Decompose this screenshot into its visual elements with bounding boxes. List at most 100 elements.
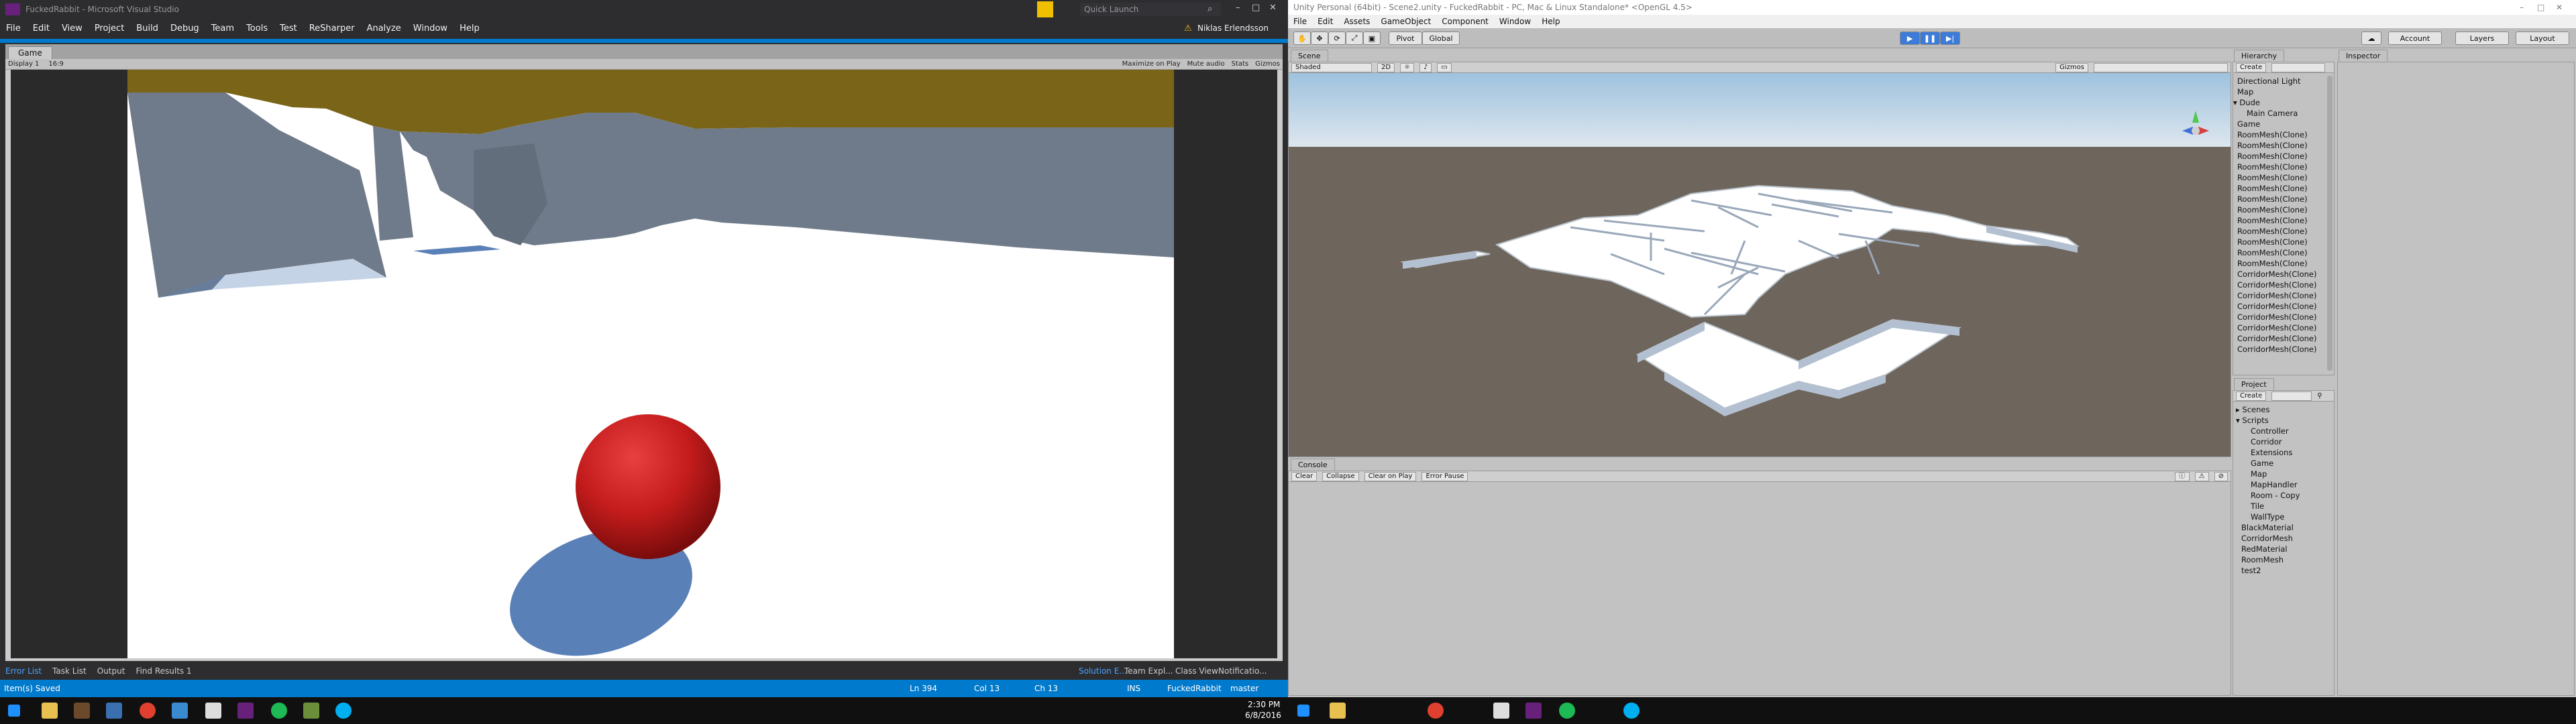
- taskbar-explorer-icon[interactable]: [42, 703, 58, 719]
- tab-output[interactable]: Output: [92, 666, 131, 676]
- project-folder[interactable]: ▾ Scripts: [2236, 415, 2300, 426]
- vs-quick-launch-input[interactable]: Quick Launch: [1080, 3, 1221, 16]
- taskbar-visual-studio-icon[interactable]: [1525, 703, 1542, 719]
- tab-error-list[interactable]: Error List: [0, 666, 47, 676]
- gizmos-dropdown[interactable]: Gizmos: [1255, 60, 1280, 68]
- pivot-toggle[interactable]: Pivot: [1389, 32, 1422, 45]
- maximize-on-play-toggle[interactable]: Maximize on Play: [1122, 60, 1181, 68]
- step-button[interactable]: ▶|: [1940, 32, 1960, 45]
- maximize-button[interactable]: □: [1252, 3, 1260, 13]
- project-asset[interactable]: test2: [2241, 565, 2300, 576]
- hierarchy-item[interactable]: Game: [2237, 119, 2316, 129]
- shading-mode-dropdown[interactable]: Shaded: [1291, 62, 1372, 72]
- hand-tool-icon[interactable]: ✋: [1293, 32, 1311, 45]
- hierarchy-item[interactable]: Main Camera: [2247, 108, 2316, 119]
- status-branch[interactable]: master: [1230, 684, 1258, 693]
- hierarchy-item[interactable]: RoomMesh(Clone): [2237, 247, 2316, 258]
- menu-edit[interactable]: Edit: [1312, 17, 1338, 26]
- layers-dropdown[interactable]: Layers: [2455, 32, 2509, 45]
- project-asset[interactable]: BlackMaterial: [2241, 522, 2300, 533]
- hierarchy-item[interactable]: RoomMesh(Clone): [2237, 258, 2316, 269]
- audio-toggle-icon[interactable]: ♪: [1419, 62, 1432, 72]
- effects-dropdown-icon[interactable]: ▭: [1437, 62, 1452, 72]
- menu-edit[interactable]: Edit: [27, 23, 56, 34]
- status-project[interactable]: FuckedRabbit: [1167, 684, 1222, 693]
- menu-test[interactable]: Test: [274, 23, 303, 34]
- project-search-input[interactable]: [2271, 391, 2312, 401]
- hierarchy-item[interactable]: RoomMesh(Clone): [2237, 172, 2316, 183]
- filter-icon[interactable]: ⚲: [2317, 392, 2322, 400]
- taskbar-visual-studio-icon[interactable]: [237, 703, 254, 719]
- hierarchy-item[interactable]: CorridorMesh(Clone): [2237, 269, 2316, 280]
- taskbar-spotify-icon[interactable]: [1559, 703, 1575, 719]
- taskbar-explorer-icon[interactable]: [1330, 703, 1346, 719]
- project-asset[interactable]: RedMaterial: [2241, 544, 2300, 554]
- taskbar-skype-icon[interactable]: [1623, 703, 1640, 719]
- tab-notifications[interactable]: Notificatio...: [1213, 666, 1272, 676]
- clock-date[interactable]: 6/8/2016: [1245, 711, 1281, 720]
- scene-search-input[interactable]: [2094, 62, 2228, 72]
- scene-viewport[interactable]: [1289, 73, 2231, 457]
- menu-view[interactable]: View: [56, 23, 89, 34]
- taskbar-skype-icon[interactable]: [335, 703, 352, 719]
- hierarchy-item[interactable]: CorridorMesh(Clone): [2237, 322, 2316, 333]
- console-clear-on-play-toggle[interactable]: Clear on Play: [1364, 471, 1417, 481]
- hierarchy-item[interactable]: Map: [2237, 86, 2316, 97]
- menu-debug[interactable]: Debug: [164, 23, 205, 34]
- project-script[interactable]: WallType: [2251, 511, 2300, 522]
- scale-tool-icon[interactable]: ⤢: [1346, 32, 1363, 45]
- project-asset[interactable]: CorridorMesh: [2241, 533, 2300, 544]
- hierarchy-item[interactable]: RoomMesh(Clone): [2237, 129, 2316, 140]
- hierarchy-item[interactable]: ▾ Dude: [2233, 97, 2316, 108]
- play-button[interactable]: ▶: [1900, 32, 1920, 45]
- hierarchy-item[interactable]: CorridorMesh(Clone): [2237, 333, 2316, 344]
- console-clear-button[interactable]: Clear: [1291, 471, 1318, 481]
- tab-find-results[interactable]: Find Results 1: [130, 666, 197, 676]
- project-script[interactable]: Map: [2251, 469, 2300, 479]
- pause-button[interactable]: ❚❚: [1920, 32, 1940, 45]
- mute-audio-toggle[interactable]: Mute audio: [1187, 60, 1225, 68]
- taskbar-start-icon-2[interactable]: [1297, 705, 1309, 717]
- menu-project[interactable]: Project: [89, 23, 130, 34]
- console-warning-filter-icon[interactable]: ⚠: [2194, 471, 2209, 481]
- maximize-button[interactable]: □: [2537, 3, 2544, 12]
- project-script[interactable]: Game: [2251, 458, 2300, 469]
- menu-window[interactable]: Window: [407, 23, 453, 34]
- tab-project[interactable]: Project: [2234, 378, 2274, 390]
- global-toggle[interactable]: Global: [1422, 32, 1460, 45]
- close-button[interactable]: ✕: [1269, 3, 1277, 13]
- taskbar-minecraft-icon[interactable]: [303, 703, 319, 719]
- project-script[interactable]: MapHandler: [2251, 479, 2300, 490]
- user-name[interactable]: Niklas Erlendsson: [1191, 23, 1275, 33]
- taskbar-unity-icon[interactable]: [205, 703, 221, 719]
- menu-file[interactable]: File: [0, 23, 27, 34]
- hierarchy-scrollbar[interactable]: [2327, 76, 2332, 371]
- hierarchy-item[interactable]: RoomMesh(Clone): [2237, 140, 2316, 151]
- move-tool-icon[interactable]: ✥: [1311, 32, 1328, 45]
- menu-help[interactable]: Help: [1536, 17, 1565, 26]
- console-error-filter-icon[interactable]: ⊘: [2214, 471, 2228, 481]
- menu-assets[interactable]: Assets: [1338, 17, 1375, 26]
- menu-file[interactable]: File: [1288, 17, 1312, 26]
- clock-time[interactable]: 2:30 PM: [1248, 700, 1280, 709]
- close-button[interactable]: ✕: [2556, 3, 2563, 12]
- hierarchy-item[interactable]: CorridorMesh(Clone): [2237, 290, 2316, 301]
- hierarchy-item[interactable]: RoomMesh(Clone): [2237, 162, 2316, 172]
- hierarchy-create-dropdown[interactable]: Create: [2236, 62, 2267, 72]
- taskbar-chrome-icon[interactable]: [1428, 703, 1444, 719]
- display-select[interactable]: Display 1: [8, 60, 39, 68]
- hierarchy-item[interactable]: RoomMesh(Clone): [2237, 215, 2316, 226]
- tab-hierarchy[interactable]: Hierarchy: [2234, 50, 2285, 62]
- hierarchy-item[interactable]: RoomMesh(Clone): [2237, 194, 2316, 204]
- menu-team[interactable]: Team: [205, 23, 240, 34]
- menu-help[interactable]: Help: [453, 23, 486, 34]
- game-viewport[interactable]: [11, 70, 1277, 658]
- hierarchy-item[interactable]: RoomMesh(Clone): [2237, 183, 2316, 194]
- taskbar-unity-icon[interactable]: [1493, 703, 1509, 719]
- rect-tool-icon[interactable]: ▣: [1363, 32, 1381, 45]
- hierarchy-item[interactable]: RoomMesh(Clone): [2237, 151, 2316, 162]
- notification-flag-icon[interactable]: [1037, 1, 1053, 17]
- project-create-dropdown[interactable]: Create: [2236, 391, 2267, 401]
- minimize-button[interactable]: –: [2520, 3, 2524, 12]
- taskbar-app-icon[interactable]: [106, 703, 122, 719]
